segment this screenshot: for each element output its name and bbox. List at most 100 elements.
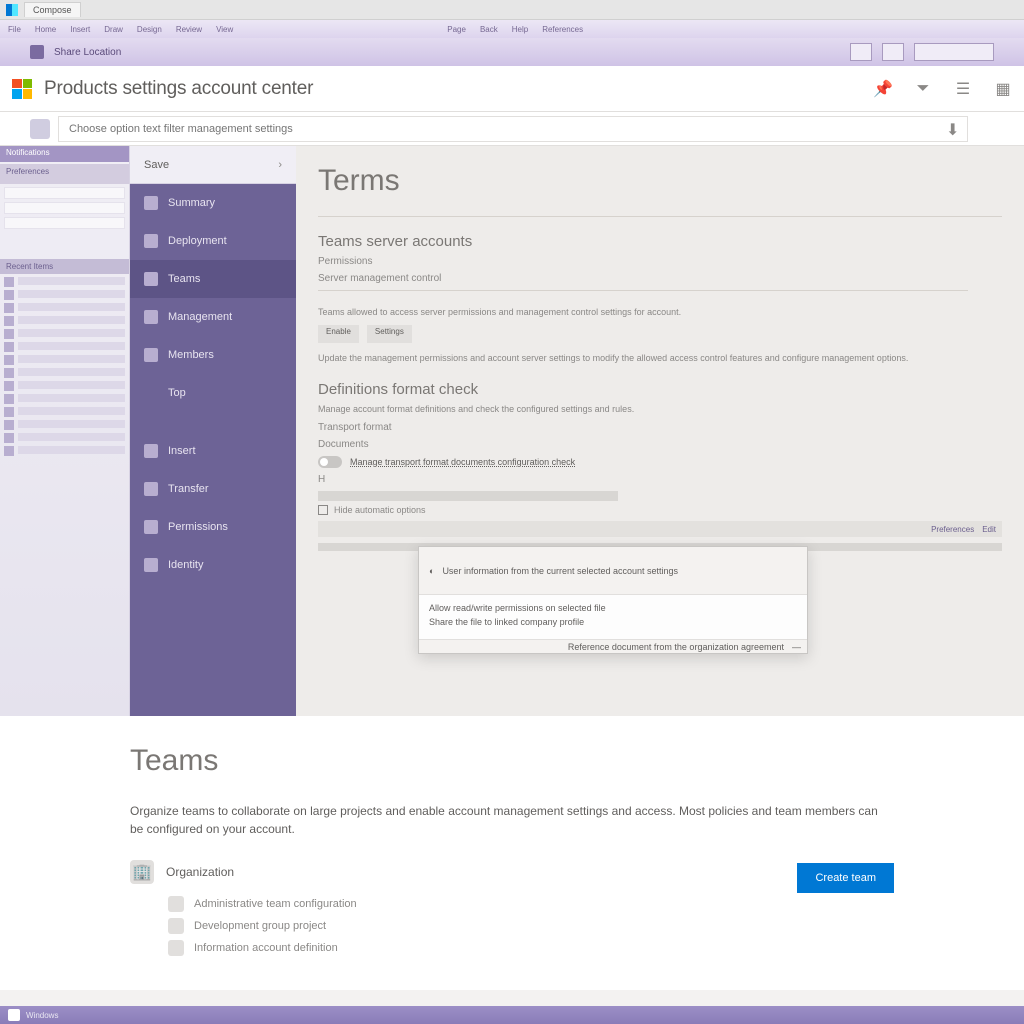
team-icon (168, 896, 184, 912)
download-icon[interactable]: ⬇ (946, 120, 964, 138)
divider (318, 290, 968, 291)
transfer-icon (144, 482, 158, 496)
enable-button[interactable]: Enable (318, 325, 359, 343)
ribbon-item[interactable]: Page (447, 25, 466, 34)
rail-row[interactable] (4, 368, 125, 378)
menu-icon[interactable]: ☰ (954, 80, 972, 98)
section-subtitle2: Documents (318, 439, 1002, 450)
rail-row[interactable] (4, 381, 125, 391)
sidebar-item-label: Insert (168, 445, 196, 457)
rail-row[interactable] (4, 394, 125, 404)
team-subrow[interactable]: Development group project (168, 918, 894, 934)
rail-row[interactable] (4, 446, 125, 456)
rail-row[interactable] (4, 407, 125, 417)
sidebar-item-label: Identity (168, 559, 203, 571)
section-subtitle2: Server management control (318, 273, 1002, 284)
bar-edit-link[interactable]: Edit (982, 525, 996, 534)
permissions-icon (144, 520, 158, 534)
page-heading: Terms (318, 164, 1002, 198)
section-title: Teams server accounts (318, 233, 1002, 250)
sidebar-item-label: Permissions (168, 521, 228, 533)
rail-row[interactable] (4, 433, 125, 443)
dialog-header-text: User information from the current select… (442, 566, 678, 576)
rail-row[interactable] (4, 329, 125, 339)
rail-row[interactable] (4, 355, 125, 365)
ribbon-dropdown[interactable] (914, 43, 994, 61)
rail-row[interactable] (4, 316, 125, 326)
ribbon-toolbar: Share Location (0, 38, 1024, 66)
section-subtitle: Transport format (318, 422, 1002, 433)
ribbon-item[interactable]: Design (137, 25, 162, 34)
section-label: H (318, 474, 1002, 485)
sidebar-item-management[interactable]: Management (130, 298, 296, 336)
team-subrow[interactable]: Administrative team configuration (168, 896, 894, 912)
checkbox[interactable] (318, 505, 328, 515)
team-icon (168, 940, 184, 956)
ribbon-item[interactable]: View (216, 25, 233, 34)
dialog-close-icon[interactable]: — (792, 642, 801, 652)
filter-icon[interactable]: ⏷ (914, 80, 932, 98)
rail-section-label: Recent Items (0, 259, 129, 274)
sidebar-item-label: Management (168, 311, 232, 323)
ribbon-item[interactable]: Help (512, 25, 528, 34)
rail-row[interactable] (4, 303, 125, 313)
sidebar-top[interactable]: Save › (130, 146, 296, 184)
sidebar-item-permissions[interactable]: Permissions (130, 508, 296, 546)
activity-rail: Notifications Preferences Recent Items (0, 146, 130, 716)
settings-button[interactable]: Settings (367, 325, 412, 343)
ribbon-item[interactable]: Insert (70, 25, 90, 34)
teams-icon (144, 272, 158, 286)
ribbon-box[interactable] (850, 43, 872, 61)
sidebar-item-top[interactable]: Top (130, 374, 296, 412)
window-logo-icon (6, 4, 18, 16)
rail-row[interactable] (4, 277, 125, 287)
sidebar-item-identity[interactable]: Identity (130, 546, 296, 584)
sidebar-item-transfer[interactable]: Transfer (130, 470, 296, 508)
section-description: Manage account format definitions and ch… (318, 404, 1002, 414)
ribbon-box[interactable] (882, 43, 904, 61)
rail-tab[interactable]: Preferences (0, 164, 129, 184)
section-description: Teams allowed to access server permissio… (318, 307, 1002, 317)
create-team-button[interactable]: Create team (797, 863, 894, 893)
insert-icon (144, 444, 158, 458)
sidebar-item-summary[interactable]: Summary (130, 184, 296, 222)
apps-icon[interactable]: ▦ (994, 80, 1012, 98)
toggle-switch[interactable] (318, 456, 342, 468)
spinner-icon: ◐ (429, 566, 434, 576)
rail-row[interactable] (4, 290, 125, 300)
app-titlebar: Products settings account center 📌 ⏷ ☰ ▦ (0, 66, 1024, 112)
pin-icon[interactable]: 📌 (874, 80, 892, 98)
ribbon-item[interactable]: Back (480, 25, 498, 34)
deployment-icon (144, 234, 158, 248)
team-icon (168, 918, 184, 934)
ribbon-item[interactable]: Draw (104, 25, 123, 34)
team-subrow[interactable]: Information account definition (168, 940, 894, 956)
org-label: Organization (166, 865, 234, 879)
rail-row[interactable] (4, 420, 125, 430)
sidebar-item-label: Members (168, 349, 214, 361)
placeholder-bar (318, 491, 618, 501)
ribbon-item[interactable]: References (542, 25, 583, 34)
rail-header: Notifications (0, 146, 129, 162)
search-input[interactable] (58, 116, 968, 142)
sidebar-item-teams[interactable]: Teams (130, 260, 296, 298)
ribbon-item[interactable]: File (8, 25, 21, 34)
sidebar-item-insert[interactable]: Insert (130, 432, 296, 470)
divider (318, 216, 1002, 217)
ribbon-item[interactable]: Home (35, 25, 56, 34)
sidebar-top-label: Save (144, 159, 169, 171)
sidebar-item-label: Deployment (168, 235, 227, 247)
search-context-icon (30, 119, 50, 139)
teams-section: Teams Organize teams to collaborate on l… (0, 716, 1024, 990)
section-description: Update the management permissions and ac… (318, 353, 1002, 363)
sidebar-item-members[interactable]: Members (130, 336, 296, 374)
start-button-icon[interactable] (8, 1009, 20, 1021)
checkbox-row: Hide automatic options (318, 505, 1002, 515)
sidebar-item-label: Transfer (168, 483, 209, 495)
browser-tab[interactable]: Compose (24, 2, 81, 17)
sidebar-item-deployment[interactable]: Deployment (130, 222, 296, 260)
ribbon-item[interactable]: Review (176, 25, 202, 34)
config-link[interactable]: Manage transport format documents config… (350, 457, 575, 467)
rail-row[interactable] (4, 342, 125, 352)
rail-placeholder (4, 187, 125, 199)
